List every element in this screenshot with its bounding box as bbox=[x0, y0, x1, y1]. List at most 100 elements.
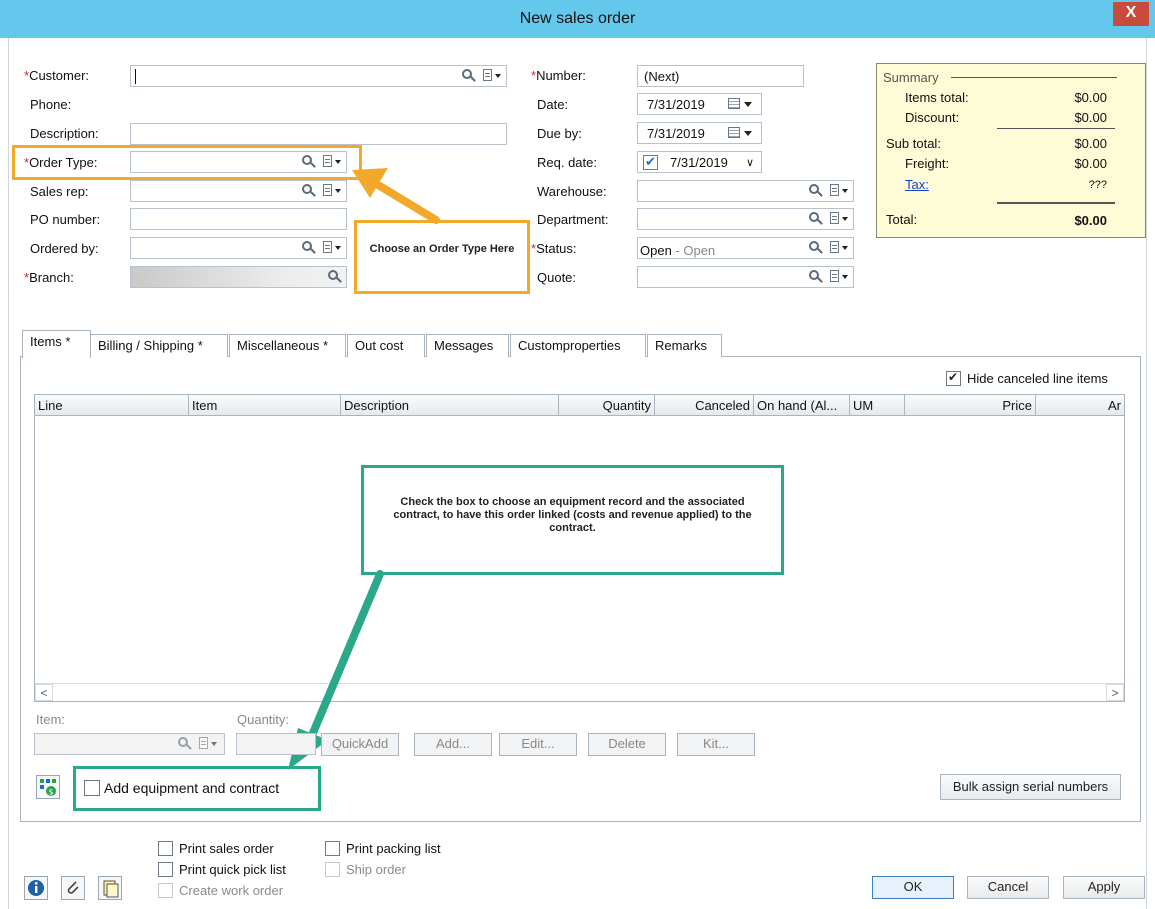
print-packing-list-checkbox[interactable] bbox=[325, 841, 340, 856]
apply-button[interactable]: Apply bbox=[1063, 876, 1145, 899]
title-bar: New sales order X bbox=[0, 0, 1155, 38]
print-sales-order-label: Print sales order bbox=[179, 841, 274, 856]
ordered-by-dropdown-icon[interactable] bbox=[321, 240, 343, 256]
department-input[interactable] bbox=[637, 208, 854, 230]
status-dropdown-icon[interactable] bbox=[828, 240, 850, 256]
quantity-entry-input[interactable] bbox=[236, 733, 316, 755]
bulk-assign-serial-numbers-button[interactable]: Bulk assign serial numbers bbox=[940, 774, 1121, 800]
hide-canceled-checkbox[interactable] bbox=[946, 370, 961, 386]
freight-label: Freight: bbox=[905, 156, 950, 171]
column-header-canceled[interactable]: Canceled bbox=[655, 395, 754, 416]
order-type-highlight bbox=[12, 145, 362, 180]
tab-messages[interactable]: Messages bbox=[426, 334, 509, 357]
chevron-down-icon[interactable]: ∨ bbox=[746, 156, 754, 169]
phone-label: Phone: bbox=[30, 97, 72, 112]
number-input[interactable]: (Next) bbox=[637, 65, 804, 87]
date-value: 7/31/2019 bbox=[647, 97, 705, 112]
text-caret bbox=[135, 69, 136, 84]
item-dropdown-icon[interactable] bbox=[197, 736, 219, 752]
ok-button[interactable]: OK bbox=[872, 876, 954, 899]
branch-search-icon[interactable] bbox=[327, 269, 343, 285]
tax-link[interactable]: Tax: bbox=[905, 177, 929, 192]
tab-billing-shipping[interactable]: Billing / Shipping * bbox=[90, 334, 228, 357]
status-input[interactable]: Open - Open bbox=[637, 237, 854, 259]
column-header-price[interactable]: Price bbox=[905, 395, 1036, 416]
close-button[interactable]: X bbox=[1113, 2, 1149, 26]
date-picker[interactable]: 7/31/2019 bbox=[637, 93, 762, 115]
info-icon[interactable] bbox=[24, 876, 48, 900]
add-equipment-checkbox[interactable] bbox=[84, 780, 100, 796]
po-number-input[interactable] bbox=[130, 208, 347, 230]
kit-button[interactable]: Kit... bbox=[677, 733, 755, 756]
description-label: Description: bbox=[30, 126, 99, 141]
warehouse-dropdown-icon[interactable] bbox=[828, 183, 850, 199]
scroll-right-icon[interactable]: > bbox=[1106, 684, 1124, 701]
column-header-line[interactable]: Line bbox=[35, 395, 189, 416]
column-header-description[interactable]: Description bbox=[341, 395, 559, 416]
freight-value: $0.00 bbox=[1074, 156, 1107, 171]
item-search-icon[interactable] bbox=[177, 736, 193, 752]
cancel-button[interactable]: Cancel bbox=[967, 876, 1049, 899]
horizontal-scrollbar[interactable]: < > bbox=[35, 683, 1124, 701]
create-work-order-checkbox[interactable] bbox=[158, 883, 173, 898]
due-by-calendar-icon[interactable] bbox=[726, 125, 756, 141]
branch-input[interactable] bbox=[130, 266, 347, 288]
due-by-label: Due by: bbox=[537, 126, 582, 141]
column-header-quantity[interactable]: Quantity bbox=[559, 395, 655, 416]
sales-rep-label: Sales rep: bbox=[30, 184, 89, 199]
attachment-icon[interactable] bbox=[61, 876, 85, 900]
item-entry-input[interactable] bbox=[34, 733, 225, 755]
quote-search-icon[interactable] bbox=[808, 269, 824, 285]
print-sales-order-checkbox[interactable] bbox=[158, 841, 173, 856]
customer-dropdown-icon[interactable] bbox=[481, 68, 503, 84]
column-header-um[interactable]: UM bbox=[850, 395, 905, 416]
orange-arrow bbox=[352, 168, 440, 224]
date-label: Date: bbox=[537, 97, 569, 112]
sales-rep-search-icon[interactable] bbox=[301, 183, 317, 199]
due-by-value: 7/31/2019 bbox=[647, 126, 705, 141]
department-dropdown-icon[interactable] bbox=[828, 211, 850, 227]
customer-input[interactable] bbox=[130, 65, 507, 87]
warehouse-search-icon[interactable] bbox=[808, 183, 824, 199]
column-header-item[interactable]: Item bbox=[189, 395, 341, 416]
items-total-value: $0.00 bbox=[1074, 90, 1107, 105]
status-label: *Status: bbox=[531, 241, 577, 256]
tab-remarks[interactable]: Remarks bbox=[647, 334, 722, 357]
ship-order-label: Ship order bbox=[346, 862, 406, 877]
sales-rep-input[interactable] bbox=[130, 180, 347, 202]
column-header-on-hand[interactable]: On hand (Al... bbox=[754, 395, 850, 416]
window-title: New sales order bbox=[519, 10, 636, 27]
customer-label: *Customer: bbox=[24, 68, 90, 83]
edit-button[interactable]: Edit... bbox=[499, 733, 577, 756]
quickadd-button[interactable]: QuickAdd bbox=[321, 733, 399, 756]
print-quick-pick-checkbox[interactable] bbox=[158, 862, 173, 877]
req-date-checkbox[interactable] bbox=[643, 154, 658, 170]
req-date-picker[interactable]: 7/31/2019 ∨ bbox=[637, 151, 762, 173]
ordered-by-search-icon[interactable] bbox=[301, 240, 317, 256]
department-search-icon[interactable] bbox=[808, 211, 824, 227]
tab-out-cost[interactable]: Out cost bbox=[347, 334, 425, 357]
due-by-picker[interactable]: 7/31/2019 bbox=[637, 122, 762, 144]
quote-dropdown-icon[interactable] bbox=[828, 269, 850, 285]
quantity-entry-label: Quantity: bbox=[237, 712, 290, 727]
scroll-left-icon[interactable]: < bbox=[35, 684, 53, 701]
tab-miscellaneous[interactable]: Miscellaneous * bbox=[229, 334, 346, 357]
delete-button[interactable]: Delete bbox=[588, 733, 666, 756]
warehouse-input[interactable] bbox=[637, 180, 854, 202]
tax-value: ??? bbox=[1088, 179, 1107, 191]
add-equipment-label: Add equipment and contract bbox=[104, 780, 280, 796]
date-calendar-icon[interactable] bbox=[726, 96, 756, 112]
status-search-icon[interactable] bbox=[808, 240, 824, 256]
quote-input[interactable] bbox=[637, 266, 854, 288]
tab-customproperties[interactable]: Customproperties bbox=[510, 334, 646, 357]
ordered-by-input[interactable] bbox=[130, 237, 347, 259]
total-value: $0.00 bbox=[1074, 213, 1107, 228]
column-header-amount[interactable]: Ar bbox=[1036, 395, 1124, 416]
description-input[interactable] bbox=[130, 123, 507, 145]
ship-order-checkbox[interactable] bbox=[325, 862, 340, 877]
equipment-contract-icon[interactable]: $ bbox=[36, 775, 60, 799]
notes-icon[interactable] bbox=[98, 876, 122, 900]
customer-search-icon[interactable] bbox=[461, 68, 477, 84]
tab-items[interactable]: Items * bbox=[22, 330, 91, 358]
add-button[interactable]: Add... bbox=[414, 733, 492, 756]
